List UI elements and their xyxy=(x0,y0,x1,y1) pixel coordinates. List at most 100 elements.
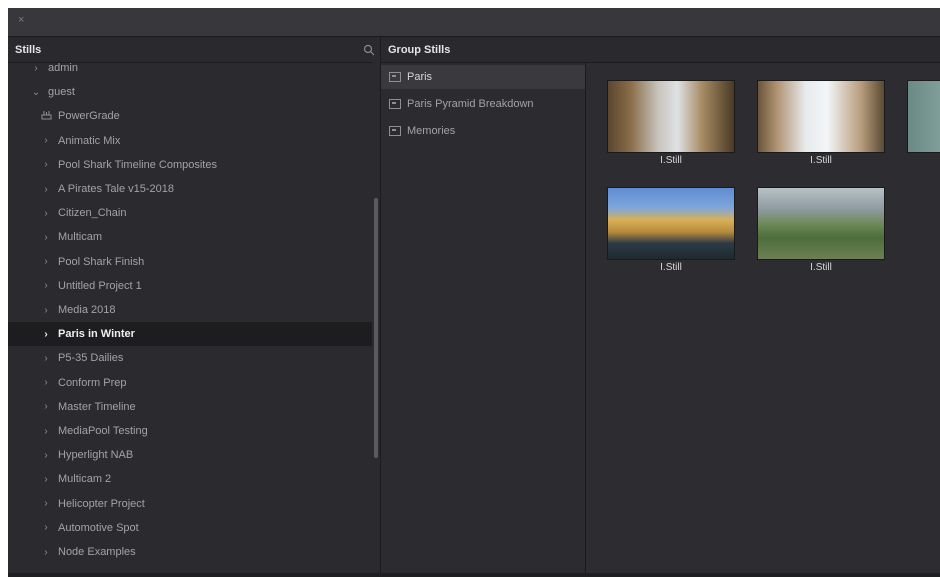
chevron-right-icon[interactable]: › xyxy=(38,547,54,558)
tree-item[interactable]: › Helicopter Project xyxy=(8,492,372,516)
tree-item-label: Pool Shark Timeline Composites xyxy=(58,158,217,171)
search-icon[interactable] xyxy=(358,37,380,62)
still-group-icon xyxy=(389,126,401,136)
chevron-right-icon[interactable]: › xyxy=(38,184,54,195)
tree-item[interactable]: › A Pirates Tale v15-2018 xyxy=(8,177,372,201)
tree-item-label: Master Timeline xyxy=(58,400,136,413)
chevron-right-icon[interactable]: › xyxy=(38,401,54,412)
still-thumbnail[interactable] xyxy=(907,80,940,153)
tree-item-label: admin xyxy=(48,63,78,74)
chevron-right-icon[interactable]: › xyxy=(28,63,44,74)
tree-item-label: Animatic Mix xyxy=(58,134,121,147)
chevron-right-icon[interactable]: › xyxy=(38,232,54,243)
stills-window: × Stills Group Stills › admin ⌄ guest PowerG… xyxy=(8,8,940,577)
group-item[interactable]: Paris xyxy=(381,65,585,89)
chevron-right-icon[interactable]: › xyxy=(38,522,54,533)
still-thumbnail[interactable]: I.Still xyxy=(757,187,885,273)
tree-item[interactable]: › Automotive Spot xyxy=(8,516,372,540)
chevron-right-icon[interactable]: › xyxy=(38,329,54,340)
chevron-right-icon[interactable]: › xyxy=(38,426,54,437)
eiffel-tower-bright-still xyxy=(757,80,885,153)
tree-item-label: Conform Prep xyxy=(58,376,127,389)
tree-item-label: P5-35 Dailies xyxy=(58,352,124,365)
tree-item-label: Node Examples xyxy=(58,546,136,558)
scroll-thumb[interactable] xyxy=(374,198,378,458)
tree-item[interactable]: › P5-35 Dailies xyxy=(8,346,372,370)
tree-item[interactable]: › MediaPool Testing xyxy=(8,419,372,443)
tree-item[interactable]: › Multicam xyxy=(8,225,372,249)
tree-item[interactable]: › Pool Shark Finish xyxy=(8,250,372,274)
still-thumbnail[interactable]: I.Still xyxy=(607,80,735,166)
still-group-icon xyxy=(389,99,401,109)
tree-item[interactable]: › admin xyxy=(8,63,372,80)
stills-tree: › admin ⌄ guest PowerGrade › Animatic Mix › Pool… xyxy=(8,63,372,573)
still-label: I.Still xyxy=(660,155,682,166)
chevron-down-icon[interactable]: ⌄ xyxy=(28,87,44,98)
tree-item-label: Multicam 2 xyxy=(58,473,112,486)
group-stills-header: Group Stills xyxy=(381,37,940,63)
tree-item[interactable]: ⌄ guest xyxy=(8,80,372,104)
tree-item-label: A Pirates Tale v15-2018 xyxy=(58,183,174,195)
still-thumbnail[interactable]: I.Still xyxy=(607,187,735,273)
tree-item[interactable]: › Pool Shark Timeline Composites xyxy=(8,153,372,177)
champ-de-mars-aerial-still xyxy=(757,187,885,260)
chevron-right-icon[interactable]: › xyxy=(38,498,54,509)
group-item[interactable]: Paris Pyramid Breakdown xyxy=(381,92,585,116)
tree-item[interactable]: › Paris in Winter xyxy=(8,322,372,347)
partial-still xyxy=(907,80,940,153)
chevron-right-icon[interactable]: › xyxy=(38,208,54,219)
tree-item[interactable]: PowerGrade xyxy=(8,104,372,128)
tree-item-label: Multicam xyxy=(58,231,103,244)
tree-item[interactable]: › Node Examples xyxy=(8,540,372,564)
eiffel-tower-street-still xyxy=(607,80,735,153)
tree-item[interactable]: › Conform Prep xyxy=(8,371,372,395)
chevron-right-icon[interactable]: › xyxy=(38,450,54,461)
group-item[interactable]: Memories xyxy=(381,119,585,143)
tree-item-label: guest xyxy=(48,86,75,99)
chevron-right-icon[interactable]: › xyxy=(38,377,54,388)
tree-item-label: Untitled Project 1 xyxy=(58,279,142,292)
tree-item-label: Hyperlight NAB xyxy=(58,449,134,462)
stills-gallery: I.Still I.Still I.Still I.Still xyxy=(586,63,940,573)
chevron-right-icon[interactable]: › xyxy=(38,280,54,291)
still-label: I.Still xyxy=(810,155,832,166)
tree-item-label: Pool Shark Finish xyxy=(58,255,145,268)
stills-header: Stills xyxy=(8,37,372,63)
stills-title: Stills xyxy=(15,43,42,56)
tree-item[interactable]: › Master Timeline xyxy=(8,395,372,419)
tree-item[interactable]: › Untitled Project 1 xyxy=(8,274,372,298)
group-item-label: Paris Pyramid Breakdown xyxy=(407,98,534,110)
tree-item-label: Paris in Winter xyxy=(58,328,135,341)
chevron-right-icon[interactable]: › xyxy=(38,353,54,364)
tree-item[interactable]: › Citizen_Chain xyxy=(8,201,372,225)
chevron-right-icon[interactable]: › xyxy=(38,256,54,267)
tree-item-label: Helicopter Project xyxy=(58,497,145,510)
chevron-right-icon[interactable]: › xyxy=(38,474,54,485)
title-bar: × xyxy=(8,8,940,37)
still-group-icon xyxy=(389,72,401,82)
still-label: I.Still xyxy=(810,262,832,273)
group-stills-title: Group Stills xyxy=(388,43,451,56)
bottom-bar xyxy=(8,573,940,577)
still-label: I.Still xyxy=(660,262,682,273)
chevron-right-icon[interactable]: › xyxy=(38,159,54,170)
paris-bridge-still xyxy=(607,187,735,260)
powergrade-icon xyxy=(38,110,54,123)
tree-item[interactable]: › Hyperlight NAB xyxy=(8,443,372,467)
tree-item[interactable]: › Animatic Mix xyxy=(8,129,372,153)
chevron-right-icon[interactable]: › xyxy=(38,135,54,146)
still-thumbnail[interactable]: I.Still xyxy=(757,80,885,166)
tree-item-label: Citizen_Chain xyxy=(58,207,127,220)
tree-item-label: MediaPool Testing xyxy=(58,425,148,437)
tree-item-label: Media 2018 xyxy=(58,304,116,316)
chevron-right-icon[interactable]: › xyxy=(38,305,54,316)
tree-item-label: PowerGrade xyxy=(58,110,120,123)
tree-item-label: Automotive Spot xyxy=(58,521,139,534)
group-list: Paris Paris Pyramid Breakdown Memories xyxy=(381,63,585,573)
close-icon[interactable]: × xyxy=(18,14,24,26)
tree-item[interactable]: › Media 2018 xyxy=(8,298,372,322)
group-item-label: Paris xyxy=(407,71,433,83)
tree-item[interactable]: › Multicam 2 xyxy=(8,467,372,491)
tree-scrollbar[interactable] xyxy=(373,63,380,573)
group-item-label: Memories xyxy=(407,125,456,137)
